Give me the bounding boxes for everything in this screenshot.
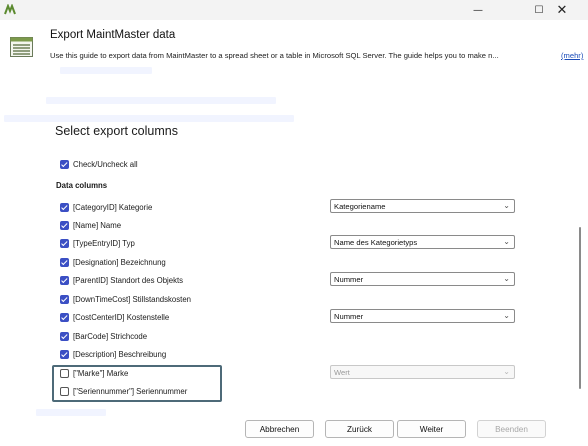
ghost-artifact <box>60 67 152 74</box>
next-button[interactable]: Weiter <box>397 420 466 438</box>
column-checkbox[interactable] <box>60 313 69 322</box>
spreadsheet-icon <box>10 37 33 57</box>
select-value: Name des Kategorietyps <box>334 238 418 247</box>
column-label: [ParentID] Standort des Objekts <box>73 276 184 285</box>
ghost-artifact <box>36 409 106 416</box>
column-label: [CostCenterID] Kostenstelle <box>73 313 170 322</box>
select-value: Nummer <box>334 312 364 321</box>
column-checkbox[interactable] <box>60 203 69 212</box>
column-checkbox[interactable] <box>60 350 69 359</box>
column-label: [Name] Name <box>73 221 122 230</box>
column-label: [TypeEntryID] Typ <box>73 239 135 248</box>
select-value: Kategoriename <box>334 202 386 211</box>
custom-fields-highlight <box>52 365 222 402</box>
column-checkbox[interactable] <box>60 276 69 285</box>
select-value: Nummer <box>334 275 364 284</box>
column-label: [Designation] Bezeichnung <box>73 258 166 267</box>
chevron-down-icon: ⌄ <box>503 311 510 320</box>
select-value: Wert <box>334 368 350 377</box>
section-title: Select export columns <box>55 124 178 138</box>
finish-button: Beenden <box>477 420 546 438</box>
chevron-down-icon: ⌄ <box>503 274 510 283</box>
check-all-checkbox[interactable] <box>60 160 69 169</box>
column-label: [Description] Beschreibung <box>73 350 167 359</box>
check-all-label[interactable]: Check/Uncheck all <box>73 160 138 169</box>
wizard-title: Export MaintMaster data <box>50 29 176 41</box>
data-columns-heading: Data columns <box>56 181 108 190</box>
column-label: [CategoryID] Kategorie <box>73 203 153 212</box>
column-checkbox[interactable] <box>60 258 69 267</box>
cancel-button[interactable]: Abbrechen <box>245 420 314 438</box>
chevron-down-icon: ⌄ <box>503 237 510 246</box>
back-button[interactable]: Zurück <box>325 420 394 438</box>
maintmaster-logo-icon <box>4 4 16 15</box>
ghost-artifact <box>4 115 294 122</box>
column-format-select[interactable]: Nummer ⌄ <box>330 309 515 323</box>
close-button[interactable]: ✕ <box>540 0 584 20</box>
column-label: [DownTimeCost] Stillstandskosten <box>73 295 192 304</box>
column-checkbox[interactable] <box>60 221 69 230</box>
column-format-select[interactable]: Name des Kategorietyps ⌄ <box>330 235 515 249</box>
column-format-select[interactable]: Nummer ⌄ <box>330 272 515 286</box>
more-link[interactable]: (mehr) <box>561 51 583 60</box>
column-format-select[interactable]: Wert ⌄ <box>330 365 515 379</box>
minimize-button[interactable]: — <box>456 0 500 20</box>
column-format-select[interactable]: Kategoriename ⌄ <box>330 199 515 213</box>
scrollbar-thumb[interactable] <box>579 227 581 389</box>
wizard-description: Use this guide to export data from Maint… <box>50 51 499 60</box>
column-checkbox[interactable] <box>60 295 69 304</box>
ghost-artifact <box>46 97 276 104</box>
column-label: [BarCode] Strichcode <box>73 332 148 341</box>
chevron-down-icon: ⌄ <box>503 201 510 210</box>
chevron-down-icon: ⌄ <box>503 367 510 376</box>
column-checkbox[interactable] <box>60 332 69 341</box>
column-checkbox[interactable] <box>60 239 69 248</box>
window-titlebar: — ☐ ✕ <box>0 0 588 20</box>
wizard-header: Export MaintMaster data Use this guide t… <box>0 20 588 74</box>
